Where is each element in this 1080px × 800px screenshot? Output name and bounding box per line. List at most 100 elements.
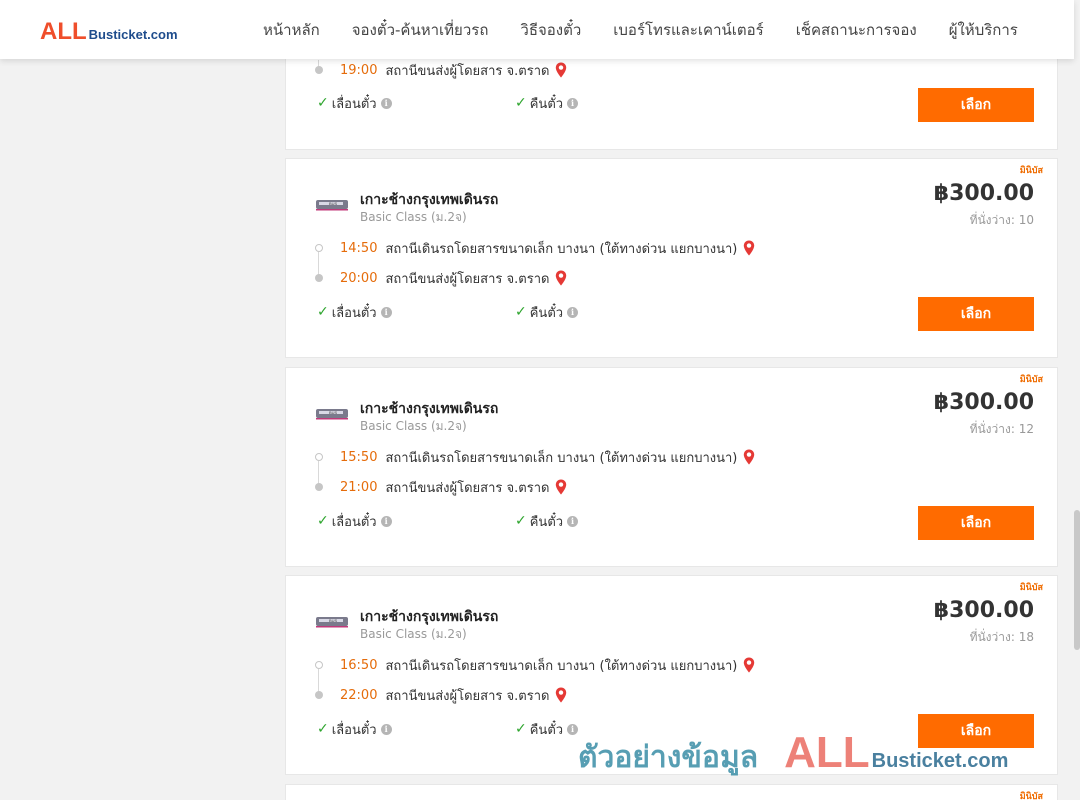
check-icon: ✓ [515, 304, 527, 320]
departure-stop: 16:50 สถานีเดินรถโดยสารขนาดเล็ก บางนา (ใ… [315, 655, 755, 675]
site-logo[interactable]: ALL Busticket.com [40, 18, 178, 45]
info-icon[interactable]: i [567, 723, 579, 735]
arrival-place: สถานีขนส่งผู้โดยสาร จ.ตราด [385, 480, 550, 496]
svg-text:BUS: BUS [329, 410, 338, 415]
departure-stop: 15:50 สถานีเดินรถโดยสารขนาดเล็ก บางนา (ใ… [315, 447, 755, 467]
seats-available: ที่นั่งว่าง: 12 [969, 422, 1034, 436]
minibus-badge: มินิบัส [1019, 166, 1043, 176]
ticket-price: ฿300.00 [933, 390, 1034, 415]
bus-company-logo: BUS [316, 200, 348, 211]
refund-ticket-label: คืนตั๋ว [529, 96, 564, 112]
watermark-logo-all: ALL [784, 728, 870, 777]
info-icon[interactable]: i [567, 515, 579, 527]
departure-place: สถานีเดินรถโดยสารขนาดเล็ก บางนา (ใต้ทางด… [385, 450, 738, 466]
check-icon: ✓ [317, 513, 329, 529]
nav-check-booking[interactable]: เช็คสถานะการจอง [780, 18, 933, 42]
select-trip-button[interactable]: เลือก [918, 297, 1034, 331]
map-pin-icon[interactable] [555, 479, 567, 495]
nav-how-to-book[interactable]: วิธีจองตั๋ว [504, 18, 597, 42]
timeline-dot [315, 453, 323, 461]
info-icon[interactable]: i [567, 306, 579, 318]
departure-place: สถานีเดินรถโดยสารขนาดเล็ก บางนา (ใต้ทางด… [385, 658, 738, 674]
arrival-place: สถานีขนส่งผู้โดยสาร จ.ตราด [385, 688, 550, 704]
map-pin-icon[interactable] [743, 240, 755, 256]
nav-home[interactable]: หน้าหลัก [247, 18, 336, 42]
departure-stop: 14:50 สถานีเดินรถโดยสารขนาดเล็ก บางนา (ใ… [315, 238, 755, 258]
check-icon: ✓ [317, 95, 329, 111]
watermark-logo-busticket: Busticket.com [871, 750, 1009, 772]
logo-all-text: ALL [40, 18, 87, 45]
refund-ticket-feature: ✓ คืนตั๋ว i [515, 720, 579, 738]
timeline-dot [315, 661, 323, 669]
arrival-time: 19:00 [340, 62, 378, 78]
info-icon[interactable]: i [380, 515, 392, 527]
change-ticket-feature: ✓ เลื่อนตั๋ว i [317, 512, 392, 530]
refund-ticket-label: คืนตั๋ว [529, 514, 564, 530]
info-icon[interactable]: i [380, 306, 392, 318]
map-pin-icon[interactable] [743, 657, 755, 673]
bus-class: Basic Class (ม.2จ) [360, 627, 467, 641]
check-icon: ✓ [515, 721, 527, 737]
seats-available: ที่นั่งว่าง: 10 [969, 213, 1034, 227]
top-navbar: ALL Busticket.com หน้าหลัก จองตั๋ว-ค้นหา… [0, 0, 1074, 59]
change-ticket-label: เลื่อนตั๋ว [331, 305, 377, 321]
refund-ticket-label: คืนตั๋ว [529, 722, 564, 738]
bus-class: Basic Class (ม.2จ) [360, 210, 467, 224]
arrival-stop: 19:00 สถานีขนส่งผู้โดยสาร จ.ตราด [315, 60, 567, 80]
map-pin-icon[interactable] [555, 62, 567, 78]
arrival-time: 20:00 [340, 270, 378, 286]
refund-ticket-feature: ✓ คืนตั๋ว i [515, 303, 579, 321]
page-scrollbar-thumb[interactable] [1074, 510, 1080, 650]
minibus-badge: มินิบัส [1019, 583, 1043, 593]
sample-data-watermark: ตัวอย่างข้อมูล ALL Busticket.com [578, 728, 1009, 777]
arrival-stop: 20:00 สถานีขนส่งผู้โดยสาร จ.ตราด [315, 268, 567, 288]
arrival-stop: 21:00 สถานีขนส่งผู้โดยสาร จ.ตราด [315, 477, 567, 497]
bus-company-logo: BUS [316, 409, 348, 420]
nav-book-search[interactable]: จองตั๋ว-ค้นหาเที่ยวรถ [336, 18, 505, 42]
change-ticket-label: เลื่อนตั๋ว [331, 514, 377, 530]
ticket-price: ฿300.00 [933, 181, 1034, 206]
refund-ticket-label: คืนตั๋ว [529, 305, 564, 321]
info-icon[interactable]: i [380, 723, 392, 735]
main-nav: หน้าหลัก จองตั๋ว-ค้นหาเที่ยวรถ วิธีจองตั… [247, 0, 1034, 59]
info-icon[interactable]: i [567, 97, 579, 109]
map-pin-icon[interactable] [555, 687, 567, 703]
timeline-dot [315, 483, 323, 491]
svg-text:BUS: BUS [329, 201, 338, 206]
change-ticket-feature: ✓ เลื่อนตั๋ว i [317, 94, 392, 112]
timeline-dot [315, 66, 323, 74]
refund-ticket-feature: ✓ คืนตั๋ว i [515, 512, 579, 530]
refund-ticket-feature: ✓ คืนตั๋ว i [515, 94, 579, 112]
change-ticket-feature: ✓ เลื่อนตั๋ว i [317, 303, 392, 321]
arrival-place: สถานีขนส่งผู้โดยสาร จ.ตราด [385, 271, 550, 287]
departure-time: 14:50 [340, 240, 378, 256]
nav-operators[interactable]: ผู้ให้บริการ [933, 18, 1034, 42]
departure-time: 16:50 [340, 657, 378, 673]
select-trip-button[interactable]: เลือก [918, 88, 1034, 122]
bus-class: Basic Class (ม.2จ) [360, 419, 467, 433]
page-scrollbar-track[interactable] [1074, 0, 1080, 800]
trip-card-partial-bottom: มินิบัส [285, 784, 1058, 800]
arrival-time: 21:00 [340, 479, 378, 495]
check-icon: ✓ [317, 304, 329, 320]
arrival-stop: 22:00 สถานีขนส่งผู้โดยสาร จ.ตราด [315, 685, 567, 705]
check-icon: ✓ [317, 721, 329, 737]
select-trip-button[interactable]: เลือก [918, 506, 1034, 540]
trip-card: มินิบัส BUS เกาะช้างกรุงเทพเดินรถ Basic … [285, 367, 1058, 567]
arrival-time: 22:00 [340, 687, 378, 703]
trip-card: มินิบัส BUS เกาะช้างกรุงเทพเดินรถ Basic … [285, 158, 1058, 358]
bus-company-logo: BUS [316, 617, 348, 628]
minibus-badge: มินิบัส [1019, 792, 1043, 800]
nav-phone-counter[interactable]: เบอร์โทรและเคาน์เตอร์ [597, 18, 779, 42]
info-icon[interactable]: i [380, 97, 392, 109]
change-ticket-feature: ✓ เลื่อนตั๋ว i [317, 720, 392, 738]
arrival-place: สถานีขนส่งผู้โดยสาร จ.ตราด [385, 63, 550, 79]
map-pin-icon[interactable] [555, 270, 567, 286]
seats-available: ที่นั่งว่าง: 18 [969, 630, 1034, 644]
change-ticket-label: เลื่อนตั๋ว [331, 722, 377, 738]
timeline-dot [315, 274, 323, 282]
ticket-price: ฿300.00 [933, 598, 1034, 623]
check-icon: ✓ [515, 513, 527, 529]
map-pin-icon[interactable] [743, 449, 755, 465]
departure-place: สถานีเดินรถโดยสารขนาดเล็ก บางนา (ใต้ทางด… [385, 241, 738, 257]
